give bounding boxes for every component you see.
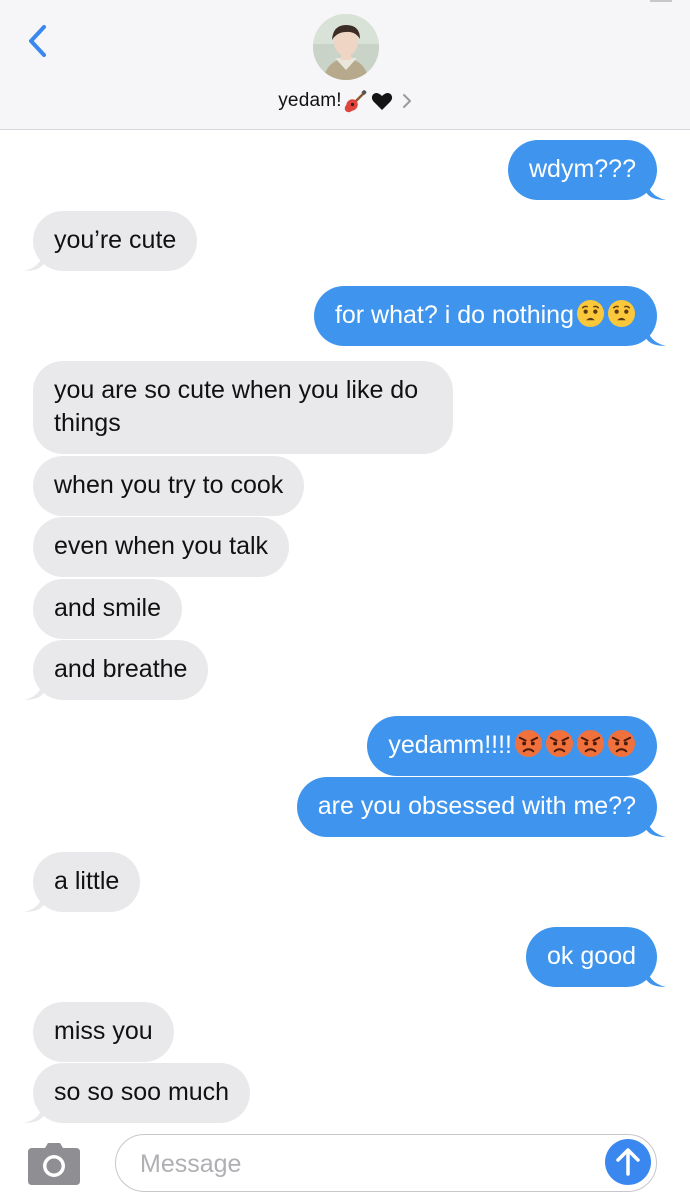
status-indicator [650,0,672,2]
incoming-message[interactable]: and smile [33,579,182,639]
outgoing-message[interactable]: ok good [526,927,666,987]
contact-avatar[interactable] [313,14,379,80]
camera-button[interactable] [26,1142,82,1186]
bubble-tail [24,678,44,700]
bubble-tail [24,890,44,912]
incoming-message[interactable]: even when you talk [33,517,290,577]
bubble-tail [24,249,44,271]
angry-face-icon [514,729,543,758]
outgoing-message[interactable]: yedamm!!!! [367,716,657,776]
composer-bar [0,1125,690,1200]
angry-face-icon [545,729,574,758]
angry-face-icon [576,729,605,758]
contact-name: yedam! [278,90,342,111]
outgoing-message[interactable]: are you obsessed with me?? [296,777,666,837]
message-text: you’re cute [54,226,177,254]
back-button[interactable] [20,20,60,64]
message-text: wdym??? [529,155,636,183]
outgoing-message[interactable]: for what? i do nothing [313,286,666,346]
bubble-tail [646,324,666,346]
guitar-icon [344,90,367,113]
message-text: so so soo much [54,1078,230,1106]
chevron-left-icon [29,25,46,57]
contact-name-button[interactable]: yedam! [0,86,690,116]
conversation-header: yedam! [0,0,690,130]
message-list: wdym??? you’re cute for what? i do nothi… [0,130,690,1125]
message-text: miss you [54,1017,153,1045]
messages-screen: yedam! wdym??? you’re cute for what? i d… [0,0,690,1200]
outgoing-message[interactable]: wdym??? [508,140,666,200]
message-text: you are so cute when you like do things [54,376,419,437]
message-text: when you try to cook [54,471,284,499]
message-text: for what? i do nothing [334,301,574,329]
message-text: even when you talk [54,532,269,560]
message-text: and smile [54,594,161,622]
avatar-photo [313,14,379,80]
incoming-message[interactable]: a little [24,852,141,912]
message-input[interactable] [138,1143,582,1185]
anguished-face-icon [607,299,636,328]
send-button[interactable] [605,1139,651,1185]
message-text: a little [54,867,120,895]
arrow-up-icon [616,1148,640,1176]
message-text: yedamm!!!! [388,731,512,759]
bubble-tail [646,965,666,987]
incoming-message[interactable]: you are so cute when you like do things [33,361,453,454]
message-text: are you obsessed with me?? [317,792,636,820]
message-text: and breathe [54,655,188,683]
chevron-right-icon [402,94,411,108]
message-text: ok good [547,942,636,970]
bubble-tail [646,815,666,837]
camera-icon [28,1143,80,1185]
angry-face-icon [607,729,636,758]
bubble-tail [24,1101,44,1123]
bubble-tail [646,178,666,200]
incoming-message[interactable]: miss you [33,1002,174,1062]
anguished-face-icon [576,299,605,328]
incoming-message[interactable]: and breathe [24,640,209,700]
incoming-message[interactable]: you’re cute [24,211,198,271]
incoming-message[interactable]: when you try to cook [33,456,305,516]
incoming-message[interactable]: so so soo much [24,1063,251,1123]
black-heart-icon [371,93,392,110]
message-input-container [115,1134,657,1192]
